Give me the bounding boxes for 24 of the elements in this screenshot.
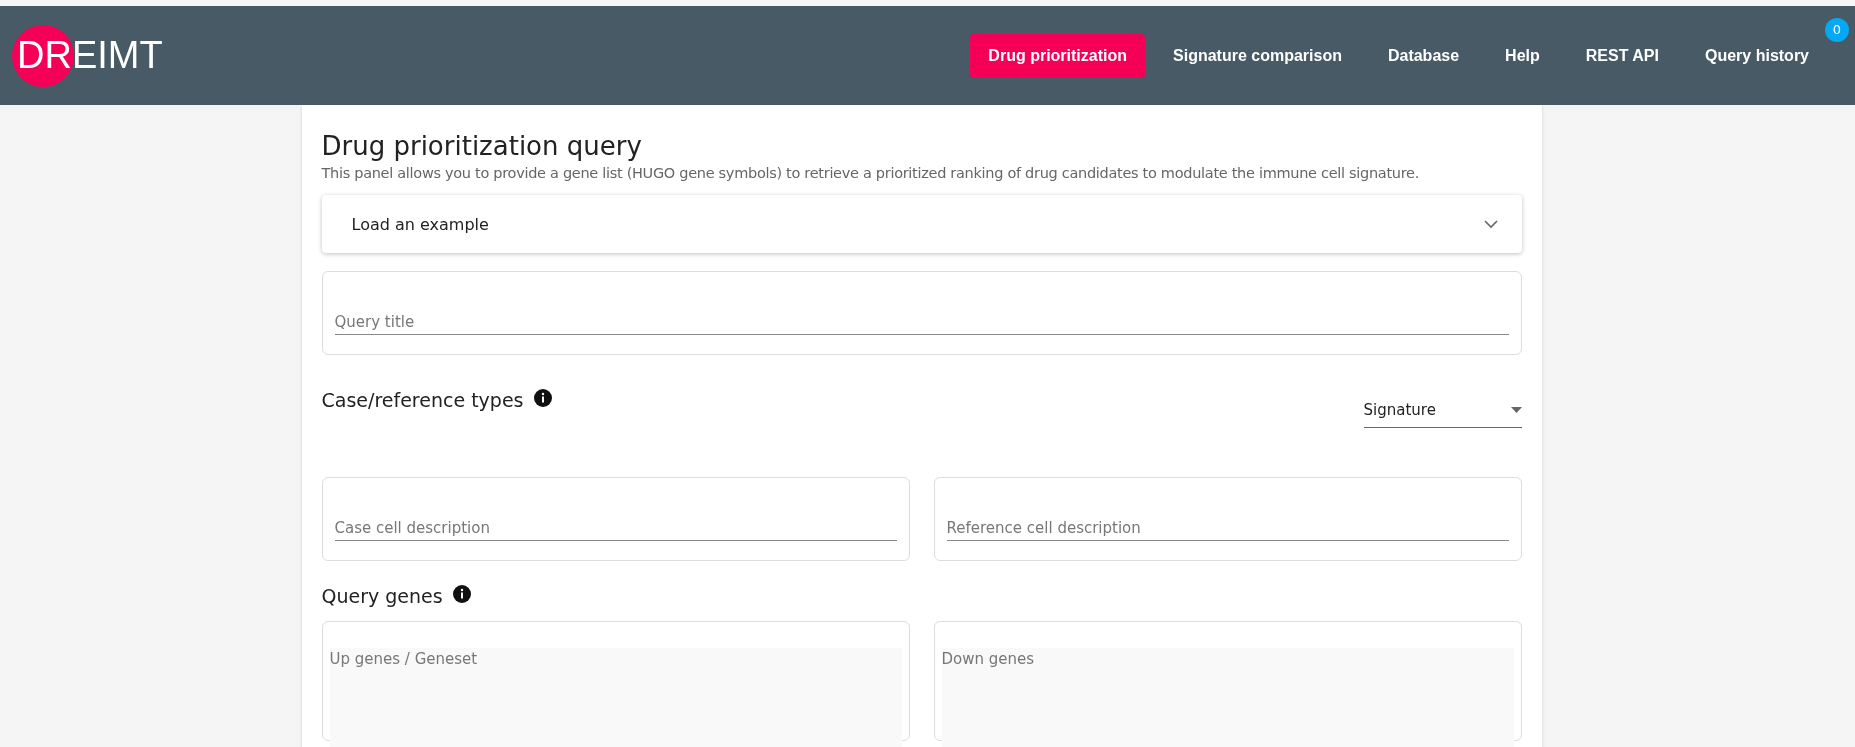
nav-link[interactable]: Database: [1369, 33, 1478, 78]
info-icon[interactable]: [533, 389, 552, 407]
genes-textarea[interactable]: Down genes: [941, 648, 1514, 747]
section-heading: Query genes: [321, 585, 443, 607]
chevron-icon: [1483, 219, 1498, 229]
example-expander[interactable]: Load an example: [321, 195, 1522, 253]
nav-link[interactable]: Help: [1487, 33, 1558, 78]
nav-link[interactable]: Drug prioritization: [970, 33, 1145, 78]
description-field[interactable]: Reference cell description: [933, 477, 1522, 561]
nav-link[interactable]: Query history: [1686, 33, 1827, 78]
count-badge: 0: [1825, 17, 1849, 42]
genes-textarea[interactable]: Up genes / Geneset: [329, 648, 902, 747]
nav-link[interactable]: REST API: [1567, 33, 1677, 78]
panel-description: This panel allows you to provide a gene list (HUGO gene symbols) to retrieve a prioritized ranking of drug candidates to modulate the immune cell signature.: [321, 165, 1420, 181]
info-icon[interactable]: [452, 585, 471, 603]
type-select[interactable]: Signature: [1363, 397, 1522, 428]
nav-link[interactable]: Signature comparison: [1155, 33, 1360, 78]
query-title-field[interactable]: Query title: [321, 271, 1522, 355]
section-heading: Case/reference types: [321, 389, 524, 411]
logo[interactable]: DREIMT: [12, 24, 167, 87]
expander-label: Load an example: [351, 214, 489, 234]
description-field[interactable]: Case cell description: [321, 477, 910, 561]
panel-title: Drug prioritization query: [321, 131, 643, 161]
dropdown-arrow-icon: [1510, 407, 1522, 413]
